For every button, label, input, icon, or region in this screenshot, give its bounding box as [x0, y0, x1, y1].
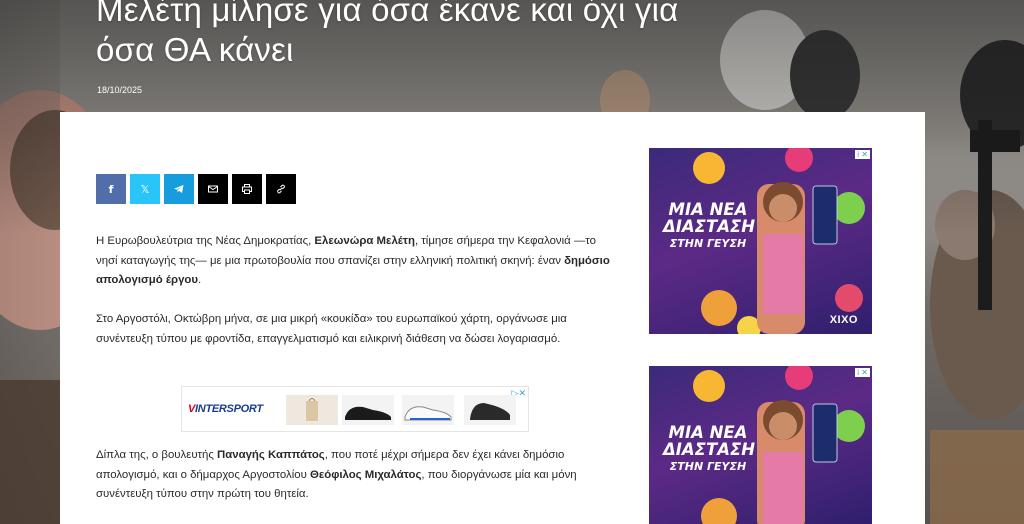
envelope-icon: [208, 185, 218, 193]
email-share-button[interactable]: [198, 174, 228, 204]
telegram-icon: [174, 185, 184, 193]
sidebar-ad-2[interactable]: ΜΙΑ ΝΕΑ ΔΙΑΣΤΑΣΗ ΣΤΗΝ ΓΕΥΣΗ i ✕: [649, 366, 872, 524]
ad-headline: ΜΙΑ ΝΕΑ ΔΙΑΣΤΑΣΗ ΣΤΗΝ ΓΕΥΣΗ: [663, 423, 756, 473]
article-paragraph-2: Στο Αργοστόλι, Οκτώβρη μήνα, σε μια μικρ…: [96, 313, 567, 345]
telegram-share-button[interactable]: [164, 174, 194, 204]
person-name: Ελεωνώρα Μελέτη: [314, 235, 415, 247]
article-paragraph-3: Δίπλα της, ο βουλευτής Παναγής Καππάτος,…: [96, 449, 577, 500]
ad-info-icon[interactable]: i ✕: [855, 150, 870, 159]
ad-headline: ΜΙΑ ΝΕΑ ΔΙΑΣΤΑΣΗ ΣΤΗΝ ΓΕΥΣΗ: [663, 200, 756, 250]
person-name: Παναγής Καππάτος: [217, 449, 325, 461]
print-button[interactable]: [232, 174, 262, 204]
link-icon: [277, 184, 285, 194]
facebook-share-button[interactable]: f: [96, 174, 126, 204]
person-name: Θεόφιλος Μιχαλάτος: [309, 468, 422, 481]
product-shoe-black-image: [342, 395, 394, 425]
inline-ad-banner[interactable]: VINTERSPORT ▷✕: [181, 386, 529, 432]
copy-link-button[interactable]: [266, 174, 296, 204]
ad-brand-label: XIXO: [829, 314, 858, 326]
article-date: 18/10/2025: [97, 85, 143, 95]
sidebar-ad-1[interactable]: ΜΙΑ ΝΕΑ ΔΙΑΣΤΑΣΗ ΣΤΗΝ ΓΕΥΣΗ XIXO i ✕: [649, 148, 872, 334]
product-shoe-white-image: [402, 395, 454, 425]
facebook-icon: f: [108, 182, 114, 196]
article-title: Μελέτη μίλησε για όσα έκανε και όχι για …: [96, 0, 679, 68]
ad-info-icon[interactable]: i ✕: [855, 368, 870, 377]
product-shoe-boot-image: [464, 395, 516, 425]
article-paragraph-1: Η Ευρωβουλεύτρια της Νέας Δημοκρατίας, Ε…: [96, 235, 610, 286]
twitter-share-button[interactable]: 𝕏: [130, 174, 160, 204]
intersport-logo: VINTERSPORT: [188, 403, 263, 415]
printer-icon: [242, 184, 252, 194]
x-icon: 𝕏: [140, 182, 150, 196]
share-bar: f 𝕏: [96, 174, 296, 204]
product-bag-image: [286, 395, 338, 425]
